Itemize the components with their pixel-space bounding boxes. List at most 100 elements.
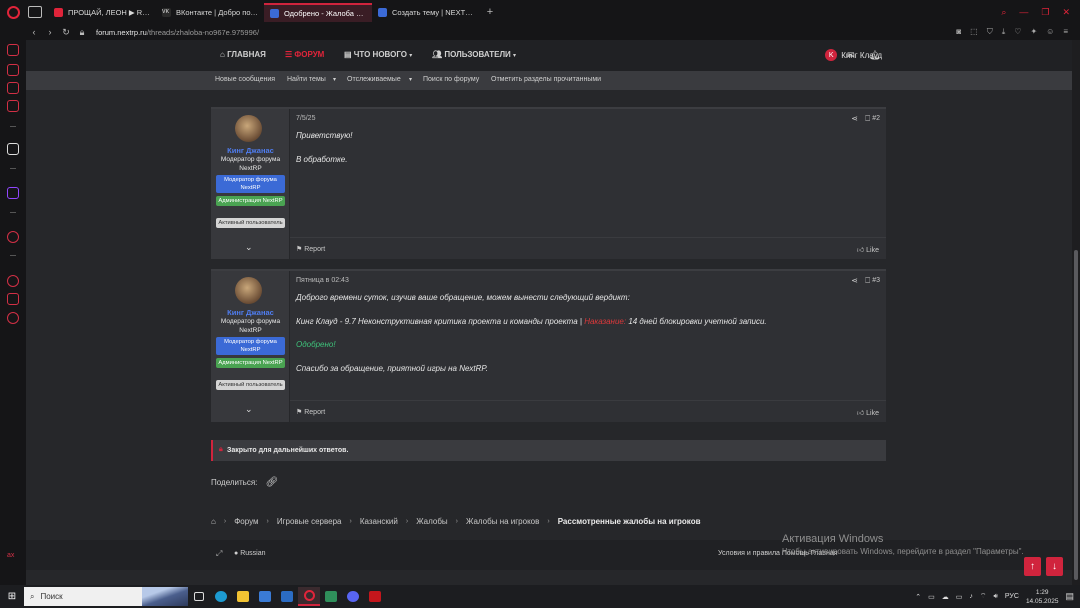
post-number[interactable]: #2: [872, 115, 880, 122]
chevron-down-icon[interactable]: ▾: [333, 76, 336, 83]
share-icon[interactable]: ⋖: [851, 276, 858, 285]
search-input[interactable]: ⌕ Поиск: [24, 587, 188, 606]
expand-icon[interactable]: ⤢: [216, 549, 222, 559]
share-icon[interactable]: ⋖: [851, 114, 858, 123]
url-field[interactable]: forum.nextrp.ru/threads/zhaloba-no967e.9…: [96, 28, 259, 37]
menu-icon[interactable]: ≡: [1063, 27, 1068, 37]
author-name[interactable]: Кинг Джанас: [211, 308, 290, 317]
edge-icon[interactable]: [210, 587, 232, 606]
new-tab-button[interactable]: +: [480, 6, 500, 18]
breadcrumb-item[interactable]: Жалобы: [416, 517, 447, 526]
nav-home[interactable]: ⌂ ГЛАВНАЯ: [220, 50, 266, 59]
cloud-icon[interactable]: ☁: [942, 593, 949, 601]
language-selector[interactable]: ● Russian: [234, 550, 265, 557]
subnav-find-threads[interactable]: Найти темы: [287, 76, 326, 83]
bookmark-icon[interactable]: ⎕: [865, 114, 870, 124]
close-icon[interactable]: ✕: [1062, 7, 1070, 18]
breadcrumb-item[interactable]: Форум: [234, 517, 258, 526]
discord-icon[interactable]: [342, 587, 364, 606]
ai-icon[interactable]: ax: [7, 552, 19, 564]
network-icon[interactable]: ▭: [956, 593, 963, 601]
chevron-down-icon[interactable]: ▾: [409, 76, 412, 83]
opera-logo-icon[interactable]: [0, 0, 26, 24]
heart-icon[interactable]: ♡: [1014, 27, 1021, 37]
report-button[interactable]: ⚑ Report: [296, 245, 325, 253]
scrollbar-thumb[interactable]: [1074, 250, 1078, 580]
nav-users[interactable]: 👥︎ ПОЛЬЗОВАТЕЛИ ▾: [432, 50, 516, 59]
bell-icon[interactable]: 🔔︎: [869, 50, 880, 61]
breadcrumb-item[interactable]: Казанский: [360, 517, 398, 526]
player-icon[interactable]: [7, 231, 19, 243]
shield-icon[interactable]: ⛉: [987, 27, 993, 37]
subnav-new-posts[interactable]: Новые сообщения: [215, 76, 275, 83]
bookmark-icon[interactable]: ⎕: [865, 276, 870, 286]
gmail-icon[interactable]: [7, 100, 19, 112]
report-button[interactable]: ⚑ Report: [296, 408, 325, 416]
battery-icon[interactable]: ▭: [928, 593, 935, 601]
download-icon[interactable]: ⤓: [1002, 27, 1006, 37]
forward-icon[interactable]: ›: [42, 27, 58, 37]
reload-icon[interactable]: ↻: [58, 27, 74, 38]
volume-icon[interactable]: 🔊︎: [993, 593, 997, 601]
store-icon[interactable]: [254, 587, 276, 606]
tab-menu-icon[interactable]: [28, 6, 42, 18]
link-icon[interactable]: 🔗︎: [266, 477, 279, 488]
breadcrumb-item[interactable]: Рассмотренные жалобы на игроков: [558, 517, 701, 526]
home-icon[interactable]: ⌂: [211, 517, 216, 526]
notification-icon[interactable]: ▤: [1065, 591, 1074, 602]
mail-icon[interactable]: ✉: [847, 50, 855, 61]
tab-vk[interactable]: ᴠᴋ ВКонтакте | Добро пожа: [156, 3, 264, 22]
nav-forum[interactable]: ☰ ФОРУМ: [285, 50, 324, 59]
tab-youtube[interactable]: ПРОЩАЙ, ЛЕОН ▶ Resid: [48, 3, 156, 22]
windows-start-icon[interactable]: ⊞: [0, 591, 24, 602]
post-date[interactable]: 7/5/25: [296, 115, 315, 122]
task-view-icon[interactable]: [188, 587, 210, 606]
post-date[interactable]: Пятница в 02:43: [296, 277, 349, 284]
back-icon[interactable]: ‹: [26, 27, 42, 37]
aria-icon[interactable]: [7, 143, 19, 155]
history-icon[interactable]: [7, 275, 19, 287]
extensions-icon[interactable]: ✦: [1030, 27, 1037, 37]
nav-whats-new[interactable]: ▤ ЧТО НОВОГО ▾: [344, 50, 412, 59]
minimize-icon[interactable]: —: [1019, 7, 1028, 18]
clock[interactable]: 1:29 14.05.2025: [1026, 588, 1059, 606]
explorer-icon[interactable]: [232, 587, 254, 606]
settings-icon[interactable]: [7, 312, 19, 324]
avatar[interactable]: [235, 277, 262, 304]
scroll-up-button[interactable]: ↑: [1024, 557, 1041, 576]
chevron-down-icon[interactable]: ⌄: [245, 242, 253, 253]
avatar[interactable]: [235, 115, 262, 142]
speed-dial-icon[interactable]: [7, 44, 19, 56]
like-button[interactable]: 👍︎ Like: [857, 245, 879, 254]
tab-complaint[interactable]: Одобрено - Жалоба №9: [264, 2, 372, 22]
language-indicator[interactable]: РУС: [1005, 593, 1019, 600]
wifi-icon[interactable]: ⌔: [980, 592, 987, 601]
bag-icon[interactable]: [7, 64, 19, 76]
app-icon[interactable]: [320, 587, 342, 606]
chevron-up-icon[interactable]: ⌃: [915, 593, 921, 601]
subnav-search-forums[interactable]: Поиск по форуму: [423, 76, 479, 83]
profile-icon[interactable]: ☺: [1046, 27, 1054, 37]
author-name[interactable]: Кинг Джанас: [211, 146, 290, 155]
scroll-down-button[interactable]: ↓: [1046, 557, 1063, 576]
chevron-down-icon[interactable]: ⌄: [245, 404, 253, 415]
extensions-icon[interactable]: [7, 293, 19, 305]
opera-icon[interactable]: [298, 587, 320, 606]
page-scrollbar[interactable]: [1072, 40, 1080, 585]
breadcrumb-item[interactable]: Игровые сервера: [277, 517, 342, 526]
microphone-icon[interactable]: ♪: [969, 593, 973, 600]
like-button[interactable]: 👍︎ Like: [857, 408, 879, 417]
subnav-mark-read[interactable]: Отметить разделы прочитанными: [491, 76, 601, 83]
search-icon[interactable]: ⌕: [1001, 7, 1006, 18]
messenger-icon[interactable]: [7, 82, 19, 94]
maximize-icon[interactable]: ❐: [1041, 7, 1049, 18]
tab-create-topic[interactable]: Создать тему | NEXTRP: [372, 3, 480, 22]
post-number[interactable]: #3: [872, 277, 880, 284]
netflix-icon[interactable]: [364, 587, 386, 606]
camera-icon[interactable]: ◙: [956, 27, 961, 37]
screenshot-icon[interactable]: ⬚: [970, 27, 978, 37]
twitch-icon[interactable]: [7, 187, 19, 199]
mail-icon[interactable]: [276, 587, 298, 606]
breadcrumb-item[interactable]: Жалобы на игроков: [466, 517, 539, 526]
subnav-watched[interactable]: Отслеживаемые: [347, 76, 401, 83]
